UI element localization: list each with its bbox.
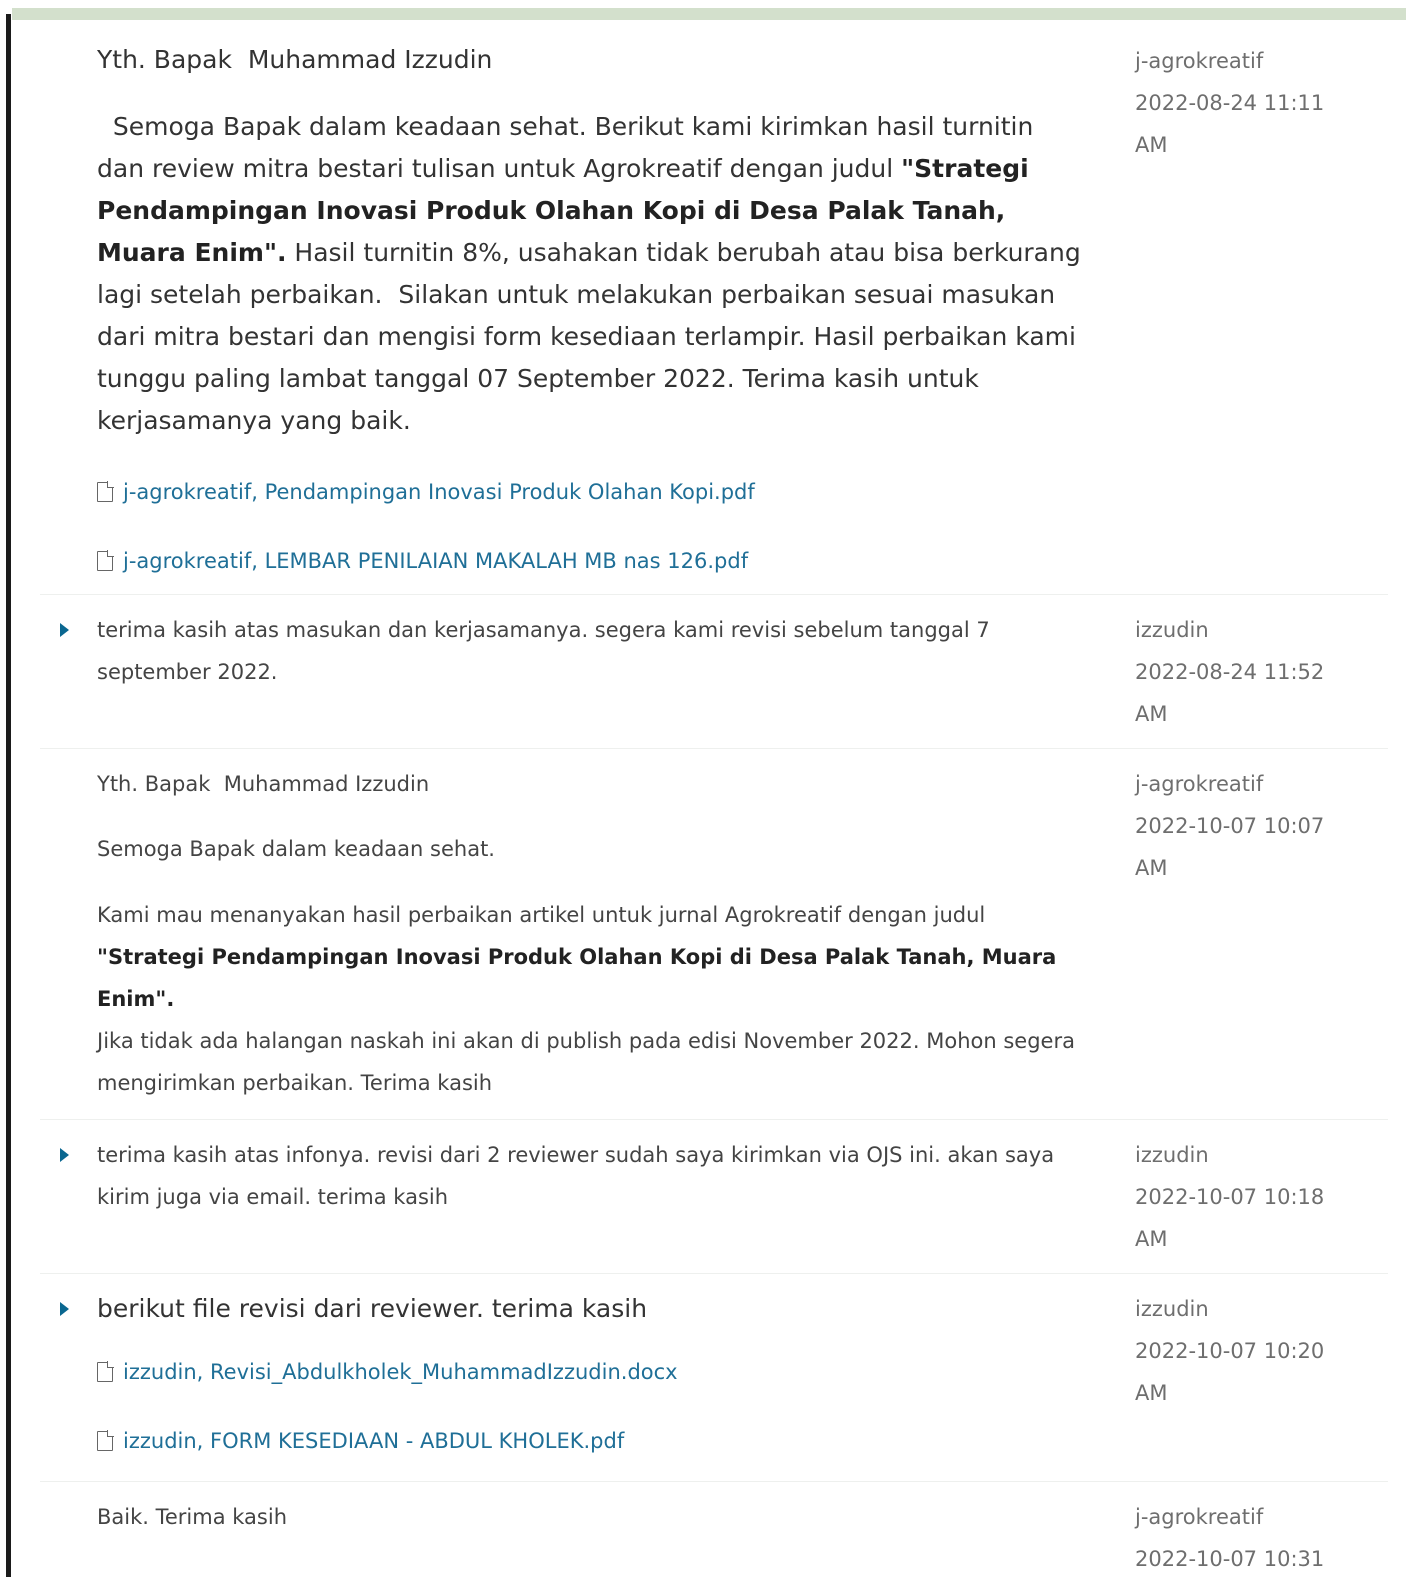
attachment-link[interactable]: izzudin, Revisi_Abdulkholek_MuhammadIzzu… bbox=[97, 1358, 1087, 1386]
message-greeting: Yth. Bapak Muhammad Izzudin bbox=[97, 45, 493, 74]
message-date: 2022-08-24 11:11 bbox=[1135, 91, 1325, 115]
message-author: j-agrokreatif bbox=[1135, 772, 1264, 796]
attachment-link[interactable]: j-agrokreatif, LEMBAR PENILAIAN MAKALAH … bbox=[97, 547, 1087, 575]
message-text: Kami mau menanyakan hasil perbaikan arti… bbox=[97, 903, 1075, 1095]
message-date: 2022-10-07 10:31 bbox=[1135, 1547, 1325, 1571]
message-text: terima kasih atas masukan dan kerjasaman… bbox=[97, 618, 990, 684]
message-2: terima kasih atas masukan dan kerjasaman… bbox=[40, 595, 1388, 749]
attachment-link[interactable]: izzudin, FORM KESEDIAAN - ABDUL KHOLEK.p… bbox=[97, 1427, 1087, 1455]
discussion-thread: Yth. Bapak Muhammad Izzudin Semoga Bapak… bbox=[40, 20, 1388, 1592]
message-meta: j-agrokreatif 2022-08-24 11:11 AM bbox=[1135, 40, 1355, 166]
file-icon bbox=[97, 1361, 114, 1382]
message-meta: j-agrokreatif 2022-10-07 10:31 bbox=[1135, 1496, 1355, 1580]
expand-toggle-icon[interactable] bbox=[60, 1148, 69, 1162]
message-text: Semoga Bapak dalam keadaan sehat. Beriku… bbox=[97, 112, 1089, 435]
message-text: berikut file revisi dari reviewer. terim… bbox=[97, 1294, 648, 1323]
message-date: 2022-08-24 11:52 bbox=[1135, 660, 1325, 684]
file-icon bbox=[97, 1430, 114, 1451]
message-meta: izzudin 2022-10-07 10:20 AM bbox=[1135, 1288, 1355, 1414]
attachment-link[interactable]: j-agrokreatif, Pendampingan Inovasi Prod… bbox=[97, 478, 1087, 506]
message-3: Yth. Bapak Muhammad Izzudin Semoga Bapak… bbox=[40, 749, 1388, 1120]
message-time-period: AM bbox=[1135, 856, 1168, 880]
message-text: Baik. Terima kasih bbox=[97, 1505, 288, 1529]
message-1: Yth. Bapak Muhammad Izzudin Semoga Bapak… bbox=[40, 20, 1388, 595]
file-icon bbox=[97, 481, 114, 502]
expand-toggle-icon[interactable] bbox=[60, 623, 69, 637]
file-icon bbox=[97, 550, 114, 571]
message-text: terima kasih atas infonya. revisi dari 2… bbox=[97, 1143, 1055, 1209]
message-6: Baik. Terima kasih j-agrokreatif 2022-10… bbox=[40, 1482, 1388, 1592]
message-meta: izzudin 2022-10-07 10:18 AM bbox=[1135, 1134, 1355, 1260]
message-author: izzudin bbox=[1135, 1143, 1209, 1167]
header-band bbox=[12, 8, 1406, 20]
message-author: izzudin bbox=[1135, 618, 1209, 642]
window-left-edge bbox=[0, 0, 14, 1577]
message-meta: izzudin 2022-08-24 11:52 AM bbox=[1135, 609, 1355, 735]
message-author: j-agrokreatif bbox=[1135, 49, 1264, 73]
message-time-period: AM bbox=[1135, 1381, 1168, 1405]
message-date: 2022-10-07 10:20 bbox=[1135, 1339, 1325, 1363]
message-author: izzudin bbox=[1135, 1297, 1209, 1321]
message-date: 2022-10-07 10:18 bbox=[1135, 1185, 1325, 1209]
message-line: Semoga Bapak dalam keadaan sehat. bbox=[97, 837, 495, 861]
expand-toggle-icon[interactable] bbox=[60, 1302, 69, 1316]
message-time-period: AM bbox=[1135, 133, 1168, 157]
message-5: berikut file revisi dari reviewer. terim… bbox=[40, 1274, 1388, 1482]
message-meta: j-agrokreatif 2022-10-07 10:07 AM bbox=[1135, 763, 1355, 889]
message-greeting: Yth. Bapak Muhammad Izzudin bbox=[97, 772, 430, 796]
message-time-period: AM bbox=[1135, 1227, 1168, 1251]
message-4: terima kasih atas infonya. revisi dari 2… bbox=[40, 1120, 1388, 1274]
article-title: "Strategi Pendampingan Inovasi Produk Ol… bbox=[97, 945, 1057, 1011]
message-author: j-agrokreatif bbox=[1135, 1505, 1264, 1529]
message-time-period: AM bbox=[1135, 702, 1168, 726]
message-date: 2022-10-07 10:07 bbox=[1135, 814, 1325, 838]
